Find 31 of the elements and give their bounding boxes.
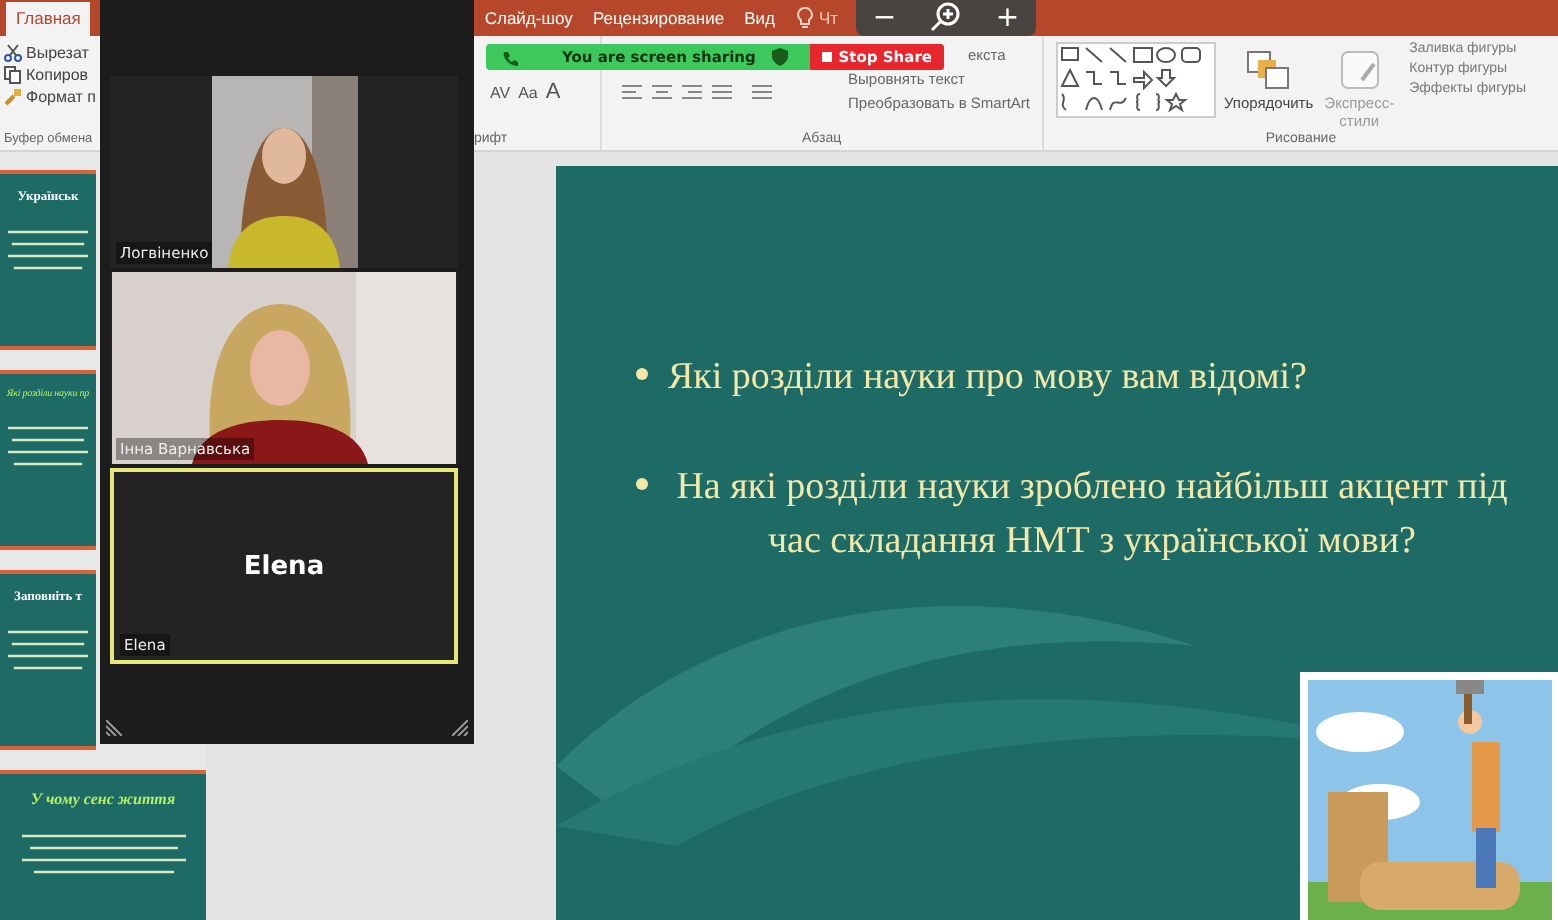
tell-me-search[interactable]: Чт xyxy=(818,8,839,36)
phone-icon xyxy=(502,49,518,65)
ribbon-tab[interactable]: Главная xyxy=(6,2,91,36)
resize-grip-icon[interactable] xyxy=(452,720,468,736)
ribbon-tab[interactable]: Вид xyxy=(734,2,785,36)
font-button[interactable]: Aa xyxy=(518,84,538,102)
bullet-point xyxy=(636,368,648,380)
zoom-in-icon[interactable] xyxy=(930,2,962,34)
zoom-in-button[interactable]: + xyxy=(995,4,1020,32)
shield-icon xyxy=(771,48,788,66)
slide-bullet-text: Які розділи науки про мову вам відомі? xyxy=(668,354,1307,402)
scissors-icon xyxy=(4,44,22,62)
paintbrush-icon xyxy=(4,88,22,106)
shapes-gallery[interactable] xyxy=(1056,42,1216,118)
slide-thumbnail[interactable]: У чому сенс життя xyxy=(0,770,206,920)
font-button[interactable]: A xyxy=(545,80,561,104)
zoom-out-button[interactable]: − xyxy=(872,4,897,32)
bullet-point xyxy=(636,478,648,490)
lightbulb-icon xyxy=(796,6,815,30)
participant-name: Elena xyxy=(243,551,325,581)
quick-styles-icon xyxy=(1337,50,1382,90)
ribbon-tab[interactable]: Рецензирование xyxy=(582,2,735,36)
clipboard-command[interactable]: Вырезат xyxy=(4,42,100,64)
ribbon-tab[interactable]: Слайд-шоу xyxy=(474,2,583,36)
font-button[interactable]: AV xyxy=(490,84,511,102)
arrange-icon xyxy=(1246,50,1291,90)
resize-grip-icon[interactable] xyxy=(106,720,122,736)
clipboard-command[interactable]: Копиров xyxy=(4,64,100,86)
clipboard-command[interactable]: Формат п xyxy=(4,86,100,108)
slide-bullet-text: На які розділи науки зроблено найбільш акцент під час складання НМТ з української мови? xyxy=(674,464,1510,566)
thumbnail-title: У чому сенс життя xyxy=(30,790,176,808)
